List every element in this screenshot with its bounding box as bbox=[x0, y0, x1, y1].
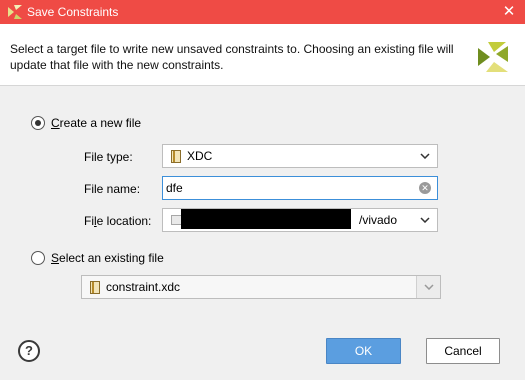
chevron-down-icon[interactable] bbox=[416, 276, 440, 298]
existing-file-select[interactable]: constraint.xdc bbox=[81, 275, 441, 299]
dialog-header: Select a target file to write new unsave… bbox=[0, 24, 525, 86]
chevron-down-icon[interactable] bbox=[413, 209, 437, 231]
window-title: Save Constraints bbox=[27, 5, 119, 19]
create-new-file-radio[interactable]: Create a new file bbox=[31, 116, 141, 130]
help-icon[interactable]: ? bbox=[18, 340, 40, 362]
radio-button-unchecked[interactable] bbox=[31, 251, 45, 265]
file-type-select[interactable]: XDC bbox=[162, 144, 438, 168]
clear-icon[interactable]: ✕ bbox=[419, 182, 431, 194]
create-new-file-label: Create a new file bbox=[51, 116, 142, 130]
title-bar: Save Constraints ✕ bbox=[0, 0, 525, 24]
file-type-value: XDC bbox=[187, 149, 213, 163]
select-existing-file-radio[interactable]: Select an existing file bbox=[31, 251, 164, 265]
file-location-label: File location: bbox=[84, 214, 152, 228]
ok-button[interactable]: OK bbox=[326, 338, 401, 364]
dialog-description: Select a target file to write new unsave… bbox=[10, 42, 454, 72]
select-existing-file-label: Select an existing file bbox=[51, 251, 164, 265]
existing-file-value: constraint.xdc bbox=[106, 280, 181, 294]
app-logo-icon bbox=[8, 5, 22, 19]
file-name-field[interactable]: ✕ bbox=[162, 176, 438, 200]
chevron-down-icon[interactable] bbox=[413, 145, 437, 167]
file-name-label: File name: bbox=[84, 182, 141, 196]
vivado-logo-icon bbox=[478, 42, 508, 72]
radio-button-checked[interactable] bbox=[31, 116, 45, 130]
file-icon bbox=[90, 280, 100, 294]
close-icon[interactable]: ✕ bbox=[499, 2, 519, 22]
file-name-input[interactable] bbox=[166, 178, 419, 198]
redaction-block bbox=[181, 209, 351, 229]
file-type-label: File type: bbox=[84, 150, 133, 164]
file-location-value: /vivado bbox=[359, 213, 398, 227]
cancel-button[interactable]: Cancel bbox=[426, 338, 500, 364]
file-icon bbox=[171, 149, 181, 163]
